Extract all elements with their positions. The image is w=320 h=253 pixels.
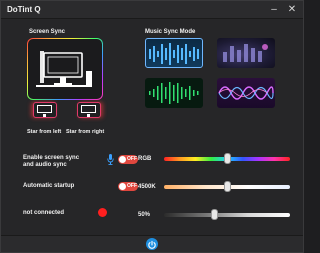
- minimize-icon[interactable]: –: [267, 3, 281, 17]
- app-window: DoTint Q – ✕ Screen Sync Star from left …: [0, 0, 304, 253]
- waveform-icon: [149, 43, 199, 65]
- music-mode-waveform-bars[interactable]: [145, 38, 203, 68]
- window-title: DoTint Q: [7, 5, 41, 14]
- monitor-icon: [35, 50, 92, 87]
- monitor-stand: [43, 114, 46, 117]
- monitor-stand: [87, 114, 90, 117]
- footer-bar: [1, 235, 303, 252]
- music-sync-heading: Music Sync Mode: [145, 29, 196, 35]
- connection-status-dot: [98, 208, 107, 217]
- toggle-state-label: OFF: [127, 183, 137, 189]
- microphone-icon: [107, 154, 114, 165]
- enable-sync-label-line1: Enable screen sync: [23, 155, 80, 161]
- power-icon: [148, 240, 156, 249]
- rgb-label: RGB: [138, 156, 152, 162]
- kelvin-label: 4500K: [138, 184, 156, 190]
- music-mode-green-wave[interactable]: [145, 78, 203, 108]
- music-mode-equalizer[interactable]: [217, 38, 275, 68]
- monitor-icon: [81, 105, 96, 113]
- mixer-icon: [223, 44, 268, 62]
- brightness-slider-thumb[interactable]: [210, 209, 218, 220]
- screen-sync-heading: Screen Sync: [29, 29, 66, 35]
- brightness-slider[interactable]: [164, 213, 290, 217]
- music-mode-purple-wave[interactable]: [217, 78, 275, 108]
- power-button[interactable]: [146, 238, 158, 250]
- enable-sync-toggle[interactable]: OFF: [118, 155, 138, 164]
- connection-status-label: not connected: [23, 210, 65, 216]
- rgb-slider-thumb[interactable]: [223, 153, 231, 164]
- close-icon[interactable]: ✕: [285, 3, 299, 17]
- monitor-icon: [37, 105, 52, 113]
- start-from-left-label: Star from left: [27, 129, 62, 135]
- start-from-left-option[interactable]: [33, 102, 57, 118]
- brightness-label: 50%: [138, 212, 151, 218]
- start-from-right-option[interactable]: [77, 102, 101, 118]
- purple-wave-icon: [218, 86, 274, 100]
- auto-startup-label: Automatic startup: [23, 183, 75, 189]
- toggle-knob: [119, 183, 126, 190]
- color-temperature-slider-thumb[interactable]: [223, 181, 231, 192]
- auto-startup-toggle[interactable]: OFF: [118, 182, 138, 191]
- screen-sync-tile[interactable]: [27, 38, 103, 100]
- toggle-state-label: OFF: [127, 156, 137, 162]
- green-wave-icon: [149, 82, 199, 104]
- toggle-knob: [119, 156, 126, 163]
- enable-sync-label: Enable screen sync and audio sync: [23, 155, 79, 169]
- enable-sync-label-line2: and audio sync: [23, 162, 67, 168]
- title-bar: DoTint Q – ✕: [1, 1, 303, 19]
- start-from-right-label: Star from right: [66, 129, 105, 135]
